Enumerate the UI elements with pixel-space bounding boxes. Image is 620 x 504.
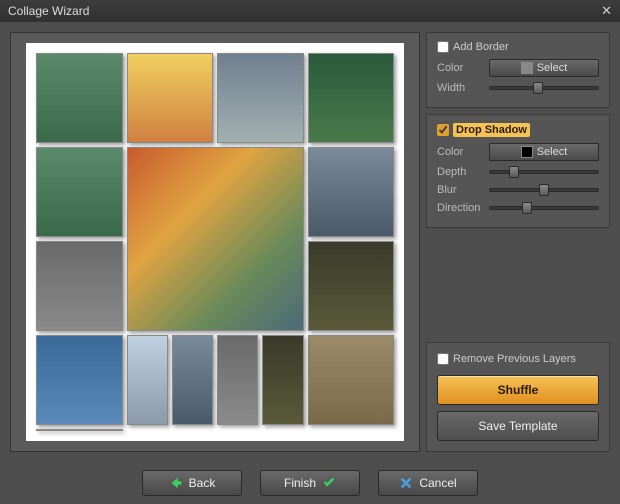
border-color-select[interactable]: Select [489,59,599,77]
cancel-button[interactable]: Cancel [378,470,478,496]
border-width-label: Width [437,82,483,94]
titlebar: Collage Wizard ✕ [0,0,620,22]
collage-thumb[interactable] [36,147,123,237]
arrow-left-icon [169,476,183,490]
collage-thumb[interactable] [36,335,123,425]
shadow-direction-slider[interactable] [489,201,599,215]
border-width-slider[interactable] [489,81,599,95]
collage-thumb[interactable] [36,241,123,331]
collage-wizard-window: Collage Wizard ✕ [0,0,620,504]
collage-thumb[interactable] [262,335,303,425]
swatch-icon [521,146,533,158]
shadow-color-select[interactable]: Select [489,143,599,161]
collage-thumb[interactable] [172,335,213,425]
shadow-direction-label: Direction [437,202,483,214]
collage-thumb[interactable] [308,335,395,425]
collage-main-image[interactable] [127,147,304,331]
back-button[interactable]: Back [142,470,242,496]
shadow-depth-label: Depth [437,166,483,178]
collage-thumb[interactable] [217,53,304,143]
finish-button[interactable]: Finish [260,470,360,496]
close-icon[interactable]: ✕ [601,3,612,19]
collage-thumb[interactable] [36,53,123,143]
shuffle-button[interactable]: Shuffle [437,375,599,405]
swatch-icon [521,62,533,74]
collage-thumb[interactable] [127,335,168,425]
shadow-blur-label: Blur [437,184,483,196]
window-title: Collage Wizard [8,4,89,18]
remove-layers-checkbox[interactable] [437,353,449,365]
content-area: Add Border Color Select Width [0,22,620,462]
collage-thumb[interactable] [308,147,395,237]
border-color-label: Color [437,62,483,74]
add-border-checkbox[interactable] [437,41,449,53]
shadow-depth-slider[interactable] [489,165,599,179]
shadow-color-label: Color [437,146,483,158]
footer-buttons: Back Finish Cancel [0,462,620,504]
collage-thumb[interactable] [308,53,395,143]
collage-thumb[interactable] [217,335,258,425]
collage-thumb[interactable] [308,241,395,331]
remove-layers-label: Remove Previous Layers [453,353,576,365]
save-template-button[interactable]: Save Template [437,411,599,441]
options-sidebar: Add Border Color Select Width [426,32,610,452]
collage-canvas[interactable] [26,43,404,441]
add-border-panel: Add Border Color Select Width [426,32,610,108]
drop-shadow-checkbox[interactable] [437,124,449,136]
actions-panel: Remove Previous Layers Shuffle Save Temp… [426,342,610,452]
shadow-blur-slider[interactable] [489,183,599,197]
collage-thumb[interactable] [36,429,123,431]
collage-thumb[interactable] [127,53,214,143]
add-border-label: Add Border [453,41,509,53]
drop-shadow-label: Drop Shadow [453,123,530,137]
preview-panel [10,32,420,452]
x-icon [399,476,413,490]
drop-shadow-panel: Drop Shadow Color Select Depth Blu [426,114,610,228]
check-icon [322,476,336,490]
